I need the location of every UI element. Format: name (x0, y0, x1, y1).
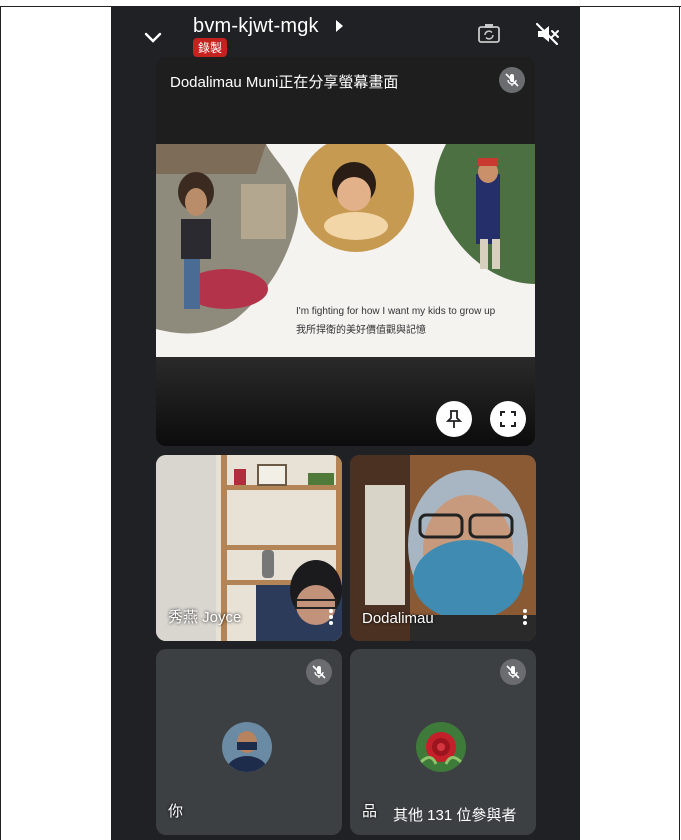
speaker-off-icon[interactable] (533, 20, 561, 48)
recording-badge: 錄製 (193, 38, 228, 57)
presenter-footer (156, 357, 535, 446)
participant-tile-dodalimau[interactable]: Dodalimau (350, 455, 536, 641)
presenter-label: Dodalimau Muni正在分享螢幕畫面 (170, 74, 399, 91)
participant-tile-joyce[interactable]: 秀燕 Joyce (156, 455, 342, 641)
meet-app: bvm-kjwt-mgk 錄製 Dodalimau Muni正在分享螢幕畫面 I… (111, 6, 580, 840)
slide-caption-en: I'm fighting for how I want my kids to g… (296, 306, 496, 317)
other-participants-button[interactable]: 其他 131 位參與者 (379, 797, 531, 832)
screenshot-border-left (0, 6, 1, 840)
caret-right-icon[interactable] (336, 20, 343, 32)
camera-switch-icon[interactable] (475, 20, 503, 48)
avatar (222, 722, 272, 772)
slide-caption-zh: 我所捍衛的美好價值觀與記憶 (296, 325, 426, 336)
screenshot-border-right (679, 6, 680, 840)
avatar (416, 722, 466, 772)
more-options-icon[interactable] (328, 607, 334, 629)
fullscreen-icon (500, 411, 516, 427)
mic-off-icon (500, 659, 526, 685)
participant-name: 你 (168, 803, 184, 820)
presenter-tile[interactable]: Dodalimau Muni正在分享螢幕畫面 I'm fighting for … (156, 57, 535, 446)
chevron-down-icon[interactable] (138, 22, 168, 52)
participant-name: 品 (362, 803, 378, 820)
participant-name: Dodalimau (362, 610, 434, 627)
participant-tile-you[interactable]: 你 (156, 649, 342, 835)
pin-button[interactable] (436, 401, 472, 437)
shared-screen-slide: I'm fighting for how I want my kids to g… (156, 144, 535, 357)
meeting-code[interactable]: bvm-kjwt-mgk (193, 15, 319, 38)
pin-icon (445, 410, 463, 428)
more-options-icon[interactable] (522, 607, 528, 629)
fullscreen-button[interactable] (490, 401, 526, 437)
mic-off-icon (306, 659, 332, 685)
participant-name: 秀燕 Joyce (168, 609, 242, 626)
mic-off-icon (499, 67, 525, 93)
